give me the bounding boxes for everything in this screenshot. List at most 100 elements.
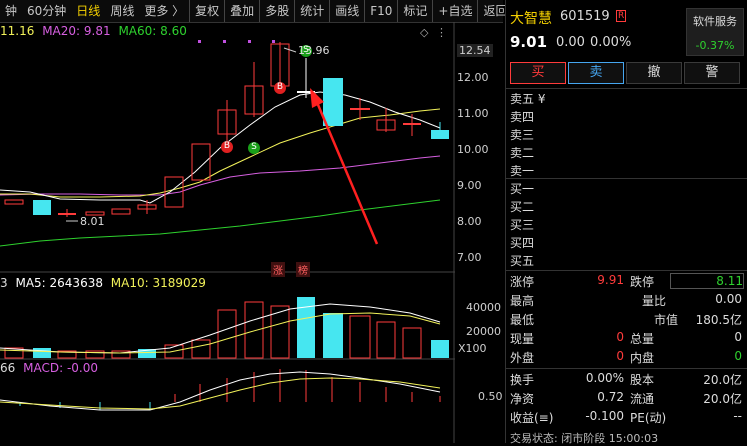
overlay-button[interactable]: 叠加 [224,0,259,22]
candle-down [33,200,51,215]
float-label: 流通 [630,392,655,406]
inner-label: 内盘 [630,351,655,365]
vol-unit: X100 [458,342,487,355]
trading-status: 交易状态: 闭市阶段 15:00:03 [510,432,659,445]
alert-button[interactable]: 警 [684,62,740,84]
ma10-value: 11.16 [0,24,35,38]
ranking-badge[interactable]: 榜 [296,262,310,277]
inner-value: 0 [734,349,742,363]
ma-legend: 11.16 MA20: 9.81 MA60: 8.60 [0,24,187,38]
ask4-label: 卖四 [510,110,535,124]
sector-name: 软件服务 [693,15,737,28]
equity-label: 股本 [630,373,655,387]
bid2-label: 买二 [510,200,535,214]
bid1-label: 买一 [510,182,535,196]
buy-button[interactable]: 买 [510,62,566,84]
y-tick-current: 12.54 [457,44,493,57]
dots-icon[interactable]: ⋮ [436,26,447,39]
sell-button[interactable]: 卖 [568,62,624,84]
limit-down-value: 8.11 [670,273,744,289]
vol-y-tick: 20000 [466,325,501,338]
volume-clip: 3 [0,276,8,290]
nav-label: 净资 [510,392,535,406]
price-change-pct: 0.00% [590,35,632,50]
sector-change: -0.37% [695,39,735,52]
candles [4,42,449,217]
macd-y-tick: 0.50 [478,390,503,403]
vol-ma10-value: MA10: 3189029 [110,276,206,290]
ask3-label: 卖三 [510,128,535,142]
statistics-button[interactable]: 统计 [294,0,329,22]
limit-up-value: 9.91 [597,273,624,287]
candle-flat [403,123,421,125]
sector-box[interactable]: 软件服务 -0.37% [686,8,744,56]
candle-flat [58,213,76,215]
low-price-label: 8.01 [80,215,105,228]
nav-value: 0.72 [597,390,624,404]
vol-ma10-line [0,312,441,354]
candle-up [111,208,131,215]
y-tick: 11.00 [457,107,489,120]
candle-up [191,143,211,181]
limit-up-label: 涨停 [510,275,535,289]
bid4-label: 买四 [510,236,535,250]
quote-panel: 大智慧 601519 R 软件服务 -0.37% 9.01 0.00 0.00%… [505,0,747,445]
diamond-icon[interactable]: ◇ [420,26,428,39]
dea-line [0,377,441,410]
buy-marker-label: B [223,141,231,151]
y-tick: 7.00 [457,251,482,264]
y-tick: 10.00 [457,143,489,156]
y-tick: 9.00 [457,179,482,192]
mark-button[interactable]: 标记 [397,0,432,22]
turnover-label: 换手 [510,373,535,387]
macd-bars [19,369,441,410]
volume-legend: 3 MA5: 2643638 MA10: 3189029 [0,276,206,290]
annotation-arrow [310,88,379,245]
vol-y-tick: 40000 [466,301,501,314]
volume-bars [4,297,449,359]
stock-name: 大智慧 [510,11,552,27]
tab-more[interactable]: 更多 〉 [139,0,189,22]
macd-clip: 66 [0,361,16,375]
limit-up-badge[interactable]: 涨 [271,262,285,277]
turnover-value: 0.00% [585,371,624,385]
tab-minute-clipped[interactable]: 钟 [0,0,22,22]
tab-daily[interactable]: 日线 [71,0,105,22]
ask2-label: 卖二 [510,146,535,160]
ma20-line [0,155,441,196]
pe-value: -- [733,409,742,423]
low-label: 最低 [510,313,535,327]
kline-chart[interactable] [0,22,455,443]
ma20-value: MA20: 9.81 [42,24,111,38]
sell-marker-label: S [251,142,257,152]
draw-line-button[interactable]: 画线 [329,0,364,22]
vol-ma5-line [0,303,441,354]
y-tick: 12.00 [457,71,489,84]
last-price: 9.01 [510,33,548,51]
mktcap-value: 180.5亿 [695,313,742,327]
add-watchlist-button[interactable]: +自选 [432,0,477,22]
signal-dots [198,40,275,43]
multi-stock-button[interactable]: 多股 [259,0,294,22]
high-label: 最高 [510,294,535,308]
cancel-order-button[interactable]: 撤 [626,62,682,84]
macd-legend: 66 MACD: -0.00 [0,361,98,375]
vol-ma5-value: MA5: 2643638 [15,276,103,290]
ask1-label: 卖一 [510,164,535,178]
bid3-label: 买三 [510,218,535,232]
stock-code: 601519 [560,9,610,24]
tab-60min[interactable]: 60分钟 [22,0,71,22]
buy-marker-label-2: B [276,82,284,92]
candle-down [431,130,449,139]
candle-up [4,199,24,205]
ma60-value: MA60: 8.60 [118,24,187,38]
outer-label: 外盘 [510,351,535,365]
macd-value: MACD: -0.00 [23,361,98,375]
bid5-label: 买五 [510,254,535,268]
f10-button[interactable]: F10 [364,0,397,22]
float-value: 20.0亿 [703,392,742,406]
restore-rights-button[interactable]: 复权 [189,0,224,22]
rights-badge: R [616,10,627,22]
ratio-label: 量比 [642,294,667,308]
tab-weekly[interactable]: 周线 [105,0,139,22]
